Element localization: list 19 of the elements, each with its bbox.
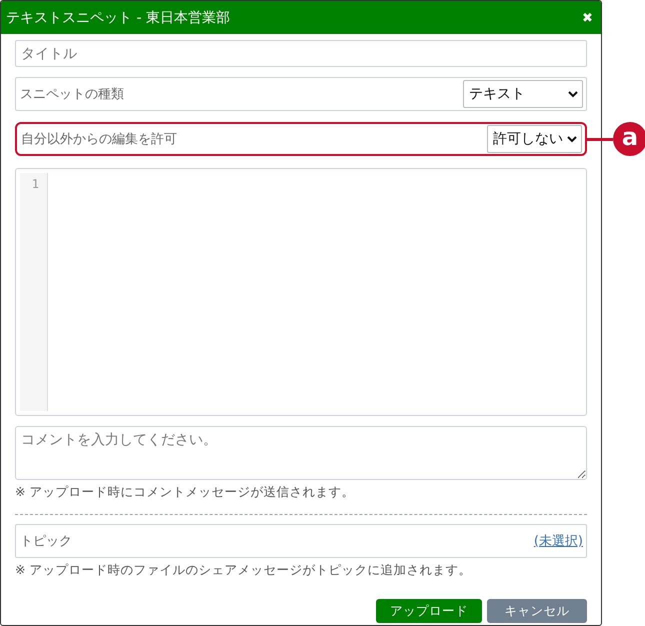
window-title: テキストスニペット - 東日本営業部 (6, 8, 230, 26)
callout-marker: a (613, 122, 645, 156)
chevron-down-icon (568, 90, 578, 98)
code-editor[interactable]: 1 (15, 168, 587, 416)
field-label: トピック (20, 533, 72, 550)
line-number: 1 (32, 177, 39, 191)
upload-button[interactable]: アップロード (376, 599, 482, 623)
topic-note: ※ アップロード時のファイルのシェアメッセージがトピックに追加されます。 (15, 562, 472, 579)
comment-field[interactable]: コメントを入力してください。 (15, 426, 587, 480)
permission-select[interactable]: 許可しない (487, 125, 582, 153)
comment-note: ※ アップロード時にコメントメッセージが送信されます。 (15, 484, 356, 501)
chevron-down-icon (567, 136, 577, 142)
field-label: スニペットの種類 (20, 86, 124, 103)
snippet-type-select[interactable]: テキスト (463, 80, 583, 108)
topic-link[interactable]: (未選択) (534, 532, 583, 550)
field-label: 自分以外からの編集を許可 (21, 131, 177, 148)
cancel-button[interactable]: キャンセル (487, 599, 587, 623)
close-button[interactable]: ✖ (582, 10, 593, 25)
title-field[interactable]: タイトル (15, 40, 587, 67)
